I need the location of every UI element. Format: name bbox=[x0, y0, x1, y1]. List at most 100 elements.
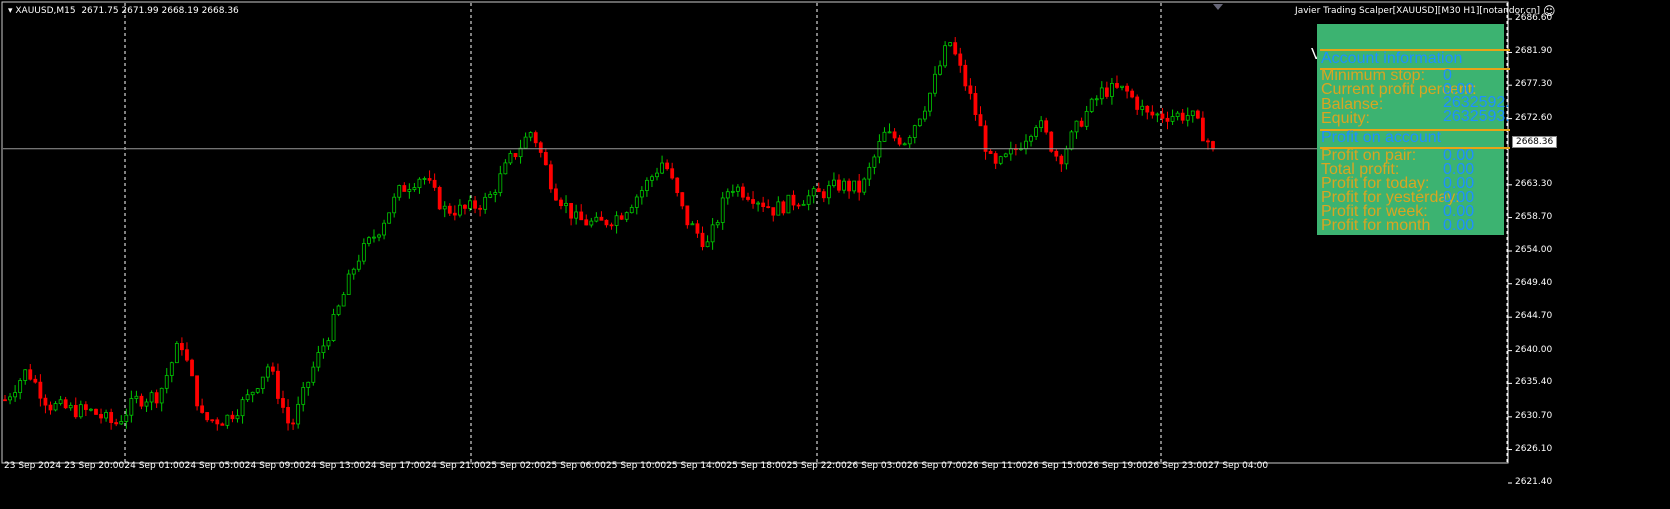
candle-body bbox=[523, 136, 528, 149]
time-label: 25 Sep 10:00 bbox=[606, 461, 667, 471]
candle-body bbox=[316, 352, 321, 368]
candle bbox=[174, 341, 179, 364]
candle-body bbox=[842, 180, 846, 191]
candle-body bbox=[185, 349, 189, 361]
candle bbox=[1019, 142, 1023, 152]
candle-body bbox=[483, 196, 488, 210]
time-label: 23 Sep 20:00 bbox=[64, 461, 125, 471]
candle-body bbox=[968, 85, 973, 94]
candle bbox=[377, 233, 381, 242]
candle bbox=[857, 173, 862, 201]
candle-body bbox=[1175, 112, 1180, 117]
candle-body bbox=[912, 125, 917, 138]
candle bbox=[139, 393, 144, 410]
candle bbox=[700, 226, 705, 251]
candle-body bbox=[1120, 85, 1124, 88]
candle bbox=[665, 159, 670, 171]
price-tick: 2626.10 bbox=[1515, 443, 1553, 454]
candle bbox=[58, 395, 63, 406]
candle-body bbox=[872, 156, 877, 168]
candle bbox=[1115, 75, 1119, 89]
candle-body bbox=[766, 206, 771, 209]
candle-body bbox=[1034, 127, 1038, 137]
candle-body bbox=[902, 143, 907, 146]
candle-body bbox=[174, 342, 179, 364]
candle bbox=[584, 214, 589, 226]
candle-body bbox=[276, 370, 280, 399]
candle bbox=[655, 167, 659, 181]
candle bbox=[276, 363, 280, 405]
candle-body bbox=[341, 294, 346, 307]
candle-body bbox=[1190, 110, 1195, 116]
candle bbox=[892, 128, 897, 142]
candle-body bbox=[1130, 90, 1135, 98]
candle-body bbox=[129, 398, 134, 416]
candle-body bbox=[190, 359, 194, 377]
candle bbox=[432, 173, 437, 191]
candle bbox=[695, 219, 700, 238]
candle bbox=[533, 130, 538, 148]
price-tick: 2663.30 bbox=[1515, 178, 1553, 189]
time-label: 24 Sep 21:00 bbox=[425, 461, 486, 471]
candle bbox=[78, 400, 83, 419]
candle-body bbox=[1069, 131, 1074, 150]
candle-body bbox=[867, 166, 872, 180]
candle bbox=[690, 221, 695, 226]
candle-body bbox=[1195, 110, 1200, 119]
candle-body bbox=[286, 407, 290, 424]
candle-body bbox=[1029, 135, 1033, 142]
candle-body bbox=[650, 176, 654, 181]
candle bbox=[978, 106, 983, 127]
candle bbox=[862, 177, 867, 196]
candle bbox=[422, 176, 427, 185]
candle bbox=[316, 345, 321, 372]
candle-body bbox=[321, 345, 326, 353]
candle bbox=[387, 212, 392, 224]
candle-body bbox=[564, 202, 568, 207]
candle-body bbox=[796, 204, 801, 207]
candle-body bbox=[685, 205, 690, 226]
candle bbox=[579, 204, 584, 221]
candle bbox=[427, 170, 432, 184]
candle-body bbox=[811, 188, 816, 197]
candle-body bbox=[1165, 117, 1170, 122]
candle bbox=[761, 196, 766, 213]
candle-body bbox=[751, 199, 755, 204]
candle bbox=[301, 382, 306, 412]
chart-window[interactable]: ▾ XAUUSD,M15 2671.75 2671.99 2668.19 266… bbox=[0, 0, 1670, 509]
candle bbox=[953, 37, 958, 56]
candle-body bbox=[983, 125, 988, 152]
panel-value: 2632593.5 bbox=[1443, 109, 1510, 125]
candle-body bbox=[634, 196, 639, 208]
candle bbox=[89, 408, 93, 412]
candle bbox=[63, 396, 68, 410]
candle bbox=[1039, 116, 1044, 133]
candle bbox=[912, 124, 917, 144]
time-label: 25 Sep 22:00 bbox=[786, 461, 847, 471]
candle bbox=[1008, 141, 1013, 161]
shift-marker-icon[interactable] bbox=[1213, 4, 1223, 10]
candle bbox=[735, 184, 740, 197]
price-tick: 2686.60 bbox=[1515, 13, 1553, 23]
candle bbox=[589, 217, 594, 228]
candle-body bbox=[978, 114, 983, 127]
candle-body bbox=[882, 131, 887, 142]
candle-body bbox=[1008, 148, 1013, 155]
candle-body bbox=[114, 422, 119, 425]
candle bbox=[321, 338, 326, 359]
time-label: 24 Sep 13:00 bbox=[305, 461, 366, 471]
candle bbox=[83, 401, 88, 417]
candle bbox=[336, 304, 341, 317]
candle-body bbox=[816, 188, 821, 193]
candle-body bbox=[1135, 96, 1140, 110]
candle-body bbox=[104, 412, 108, 419]
candle-body bbox=[301, 387, 306, 405]
candle bbox=[523, 132, 528, 149]
candle-body bbox=[1206, 140, 1210, 143]
candle-body bbox=[574, 211, 579, 219]
candle bbox=[1170, 109, 1175, 125]
time-label: 26 Sep 15:00 bbox=[1027, 461, 1088, 471]
candle bbox=[442, 201, 447, 218]
candle bbox=[1003, 152, 1008, 158]
candle-body bbox=[548, 164, 553, 190]
